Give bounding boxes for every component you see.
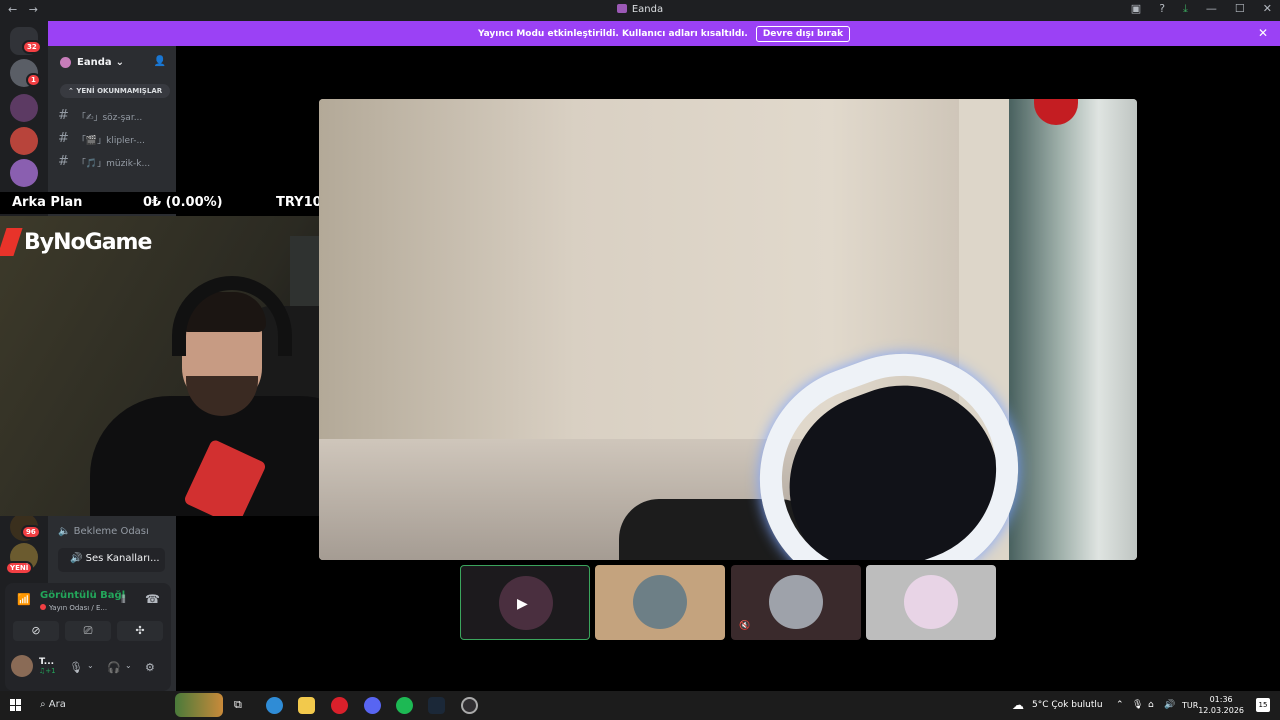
discord-icon[interactable] [364,697,381,714]
channel-item-2[interactable]: # 「🎬」klipler-... [58,131,145,146]
cloud-icon: ☁ [1012,698,1024,712]
microphone-icon[interactable]: 🎙 [69,661,83,674]
headphones-icon[interactable]: 🎧 [107,661,121,674]
banner-close-icon[interactable]: ✕ [1258,26,1268,40]
steam-icon[interactable] [428,697,445,714]
activities-button[interactable]: ✣ [117,621,163,641]
participant-tile-1[interactable]: ▶ [460,565,590,640]
camera-icon: ▶ [517,596,528,612]
avatar [633,575,687,629]
signal-icon: 📶 [17,593,31,606]
server-icon [616,4,627,13]
window-title: Eanda [0,4,1280,15]
obs-icon[interactable] [461,697,478,714]
unread-pill[interactable]: ⌃ YENİ OKUNMAMIŞLAR [60,84,171,98]
avatar [769,575,823,629]
server-4-badge: 96 [21,525,41,539]
screen-share-button[interactable]: ⎚ [65,621,111,641]
date: 12.03.2026 [1198,706,1244,715]
invite-user-icon[interactable]: 👤 [154,56,166,67]
minimize-icon[interactable]: — [1206,2,1217,16]
channel-item-3[interactable]: # 「🎵」müzik-k... [58,154,150,169]
spotify-icon[interactable] [396,697,413,714]
hash-icon: # [58,108,69,123]
server-name: Eanda [77,56,112,68]
activities-icon: ✣ [135,624,145,637]
network-icon[interactable]: ⌂ [1148,700,1154,710]
server-icon-3[interactable] [10,127,38,155]
volume-icon[interactable]: 🔊 [1164,700,1175,710]
streamer-mode-banner: Yayıncı Modu etkinleştirildi. Kullanıcı … [48,21,1280,46]
live-dot-icon [40,604,46,610]
new-badge: YENİ [5,561,34,575]
avatar [11,655,33,677]
camera-off-icon: ⊘ [31,624,41,637]
main-video-stream[interactable] [319,99,1137,560]
close-window-icon[interactable]: ✕ [1263,2,1272,16]
window-titlebar: ← → Eanda ▣ ? ⤓ — ☐ ✕ [0,0,1280,21]
notification-center-icon[interactable]: 15 [1256,698,1270,712]
start-button[interactable] [10,699,22,711]
screen-share-icon: ⎚ [83,624,93,637]
server-header[interactable]: Eanda ⌄ 👤 [48,46,176,78]
bynogame-logo: ByNoGame [0,228,152,256]
server-avatar-icon [60,56,71,68]
task-view-icon[interactable]: ⧉ [234,698,242,712]
user-panel: 📶 Görüntülü Bağl Yayın Odası / E... ⦀ ☎ … [5,583,171,691]
search-icon: ⌕ [40,699,49,710]
avatar [904,575,958,629]
microphone-tray-icon[interactable]: 🎙 [1132,700,1143,710]
clock[interactable]: 01:36 12.03.2026 [1198,694,1244,716]
taskbar-search[interactable]: ⌕ Ara [40,699,66,710]
participant-tile-3[interactable]: 🔇 [731,565,861,640]
server-icon-eanda[interactable] [10,159,38,187]
dm-badge: 32 [22,40,42,54]
banner-text: Yayıncı Modu etkinleştirildi. Kullanıcı … [477,28,748,39]
download-icon[interactable]: ⤓ [1183,2,1188,16]
time: 01:36 [1209,695,1233,704]
participant-tile-2[interactable] [595,565,725,640]
input-language[interactable]: TUR [1182,701,1198,710]
connection-status[interactable]: Görüntülü Bağl [40,590,125,601]
help-icon[interactable]: ? [1159,2,1165,16]
screen-share-icon[interactable]: ▣ [1131,2,1141,16]
user-name: T... [39,657,55,667]
waiting-room-channel[interactable]: 🔈 Bekleme Odası [58,526,149,537]
disable-streamer-mode-button[interactable]: Devre dışı bırak [755,25,851,42]
chevron-down-icon: ⌄ [115,56,124,68]
weather-text[interactable]: 5°C Çok bulutlu [1032,700,1103,710]
noise-suppression-icon[interactable]: ⦀ [121,593,126,607]
voice-channels-button[interactable]: 🔊 Ses Kanalları... [58,548,165,572]
logo-mark-icon [0,228,23,256]
speaker-icon: 🔊 [70,553,86,564]
muted-mic-icon: 🔇 [739,621,751,631]
opera-icon[interactable] [331,697,348,714]
speaker-icon: 🔈 [58,526,74,537]
camera-off-button[interactable]: ⊘ [13,621,59,641]
hash-icon: # [58,154,69,169]
user-info[interactable]: T... ♫+1 [11,655,56,677]
user-activity: ♫+1 [39,667,56,675]
donation-ticker: Arka Plan 0₺ (0.00%) TRY10000 [0,192,349,214]
disconnect-icon[interactable]: ☎ [145,592,160,606]
participant-tile-4[interactable] [866,565,996,640]
maximize-icon[interactable]: ☐ [1235,2,1245,16]
file-explorer-icon[interactable] [298,697,315,714]
ticker-label: Arka Plan [12,195,83,210]
server-1-badge: 1 [26,73,41,87]
server-icon-2[interactable] [10,94,38,122]
channel-item-1[interactable]: # 「✍」söz-şar... [58,108,142,123]
ticker-change: 0₺ (0.00%) [143,195,223,210]
hidden-icons-chevron-icon[interactable]: ⌃ [1116,700,1124,710]
audio-options-chevron-icon[interactable]: ⌄ [125,661,132,670]
settings-gear-icon[interactable]: ⚙ [145,661,155,674]
edge-icon[interactable] [266,697,283,714]
windows-taskbar: ⌕ Ara ⧉ ☁ 5°C Çok bulutlu ⌃ 🎙 ⌂ 🔊 TUR 01… [0,691,1280,720]
connected-channel[interactable]: Yayın Odası / E... [40,604,107,612]
hash-icon: # [58,131,69,146]
search-highlight-image [175,693,223,717]
mic-options-chevron-icon[interactable]: ⌄ [87,661,94,670]
